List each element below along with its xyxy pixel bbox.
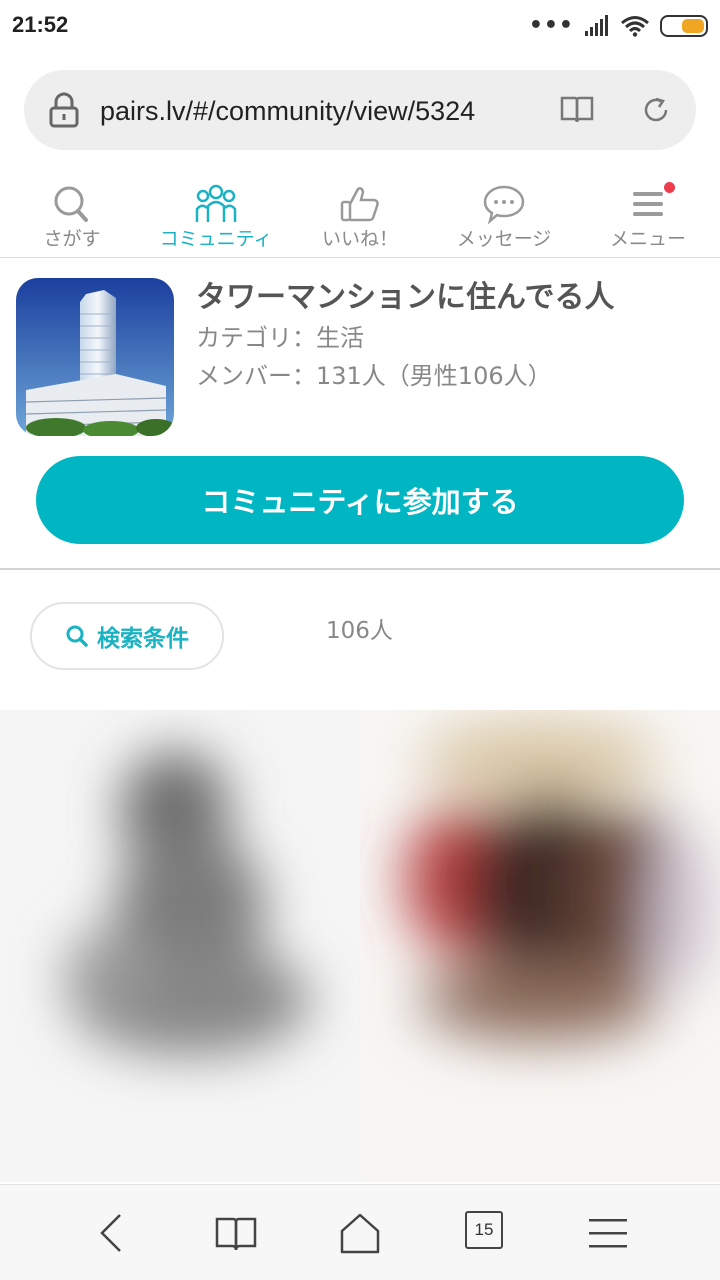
community-people-icon: [195, 184, 237, 222]
message-bubble-icon: [483, 185, 525, 224]
search-conditions-label: 検索条件: [97, 626, 189, 652]
nav-item-community[interactable]: コミュニティ: [144, 174, 288, 257]
tabs-icon[interactable]: 15: [465, 1211, 509, 1255]
signal-dots-icon: •••: [528, 13, 574, 38]
browser-toolbar: 15: [0, 1184, 720, 1280]
nav-label-community: コミュニティ: [159, 228, 273, 250]
lock-icon: [49, 92, 79, 128]
battery-icon: [660, 15, 708, 37]
battery-level: [682, 19, 704, 33]
community-title: タワーマンションに住んでる人: [196, 280, 615, 315]
notification-badge: [664, 182, 675, 193]
tower-building-image: [16, 278, 174, 436]
nav-item-search[interactable]: さがす: [0, 174, 144, 257]
status-bar: 21:52 •••: [0, 0, 720, 52]
blurred-profile-photo[interactable]: [360, 710, 720, 1182]
cell-signal-icon: [585, 15, 608, 36]
search-conditions-button[interactable]: 検索条件: [30, 602, 224, 670]
nav-item-menu[interactable]: メニュー: [576, 174, 720, 257]
reader-book-icon[interactable]: [560, 94, 594, 124]
menu-icon[interactable]: [586, 1211, 630, 1255]
wifi-icon: [621, 16, 649, 37]
reload-icon[interactable]: [640, 94, 672, 126]
nav-label-search: さがす: [43, 228, 101, 250]
status-icons: •••: [529, 12, 708, 40]
search-icon: [66, 625, 88, 647]
status-time: 21:52: [12, 12, 69, 37]
member-photo-grid: [0, 710, 720, 1182]
nav-item-messages[interactable]: メッセージ: [432, 174, 576, 257]
back-icon[interactable]: [90, 1211, 134, 1255]
nav-label-messages: メッセージ: [456, 228, 552, 250]
blurred-profile-photo[interactable]: [0, 710, 360, 1182]
community-category: カテゴリ：生活: [196, 324, 364, 352]
community-header: タワーマンションに住んでる人 カテゴリ：生活 メンバー：131人（男性106人）…: [0, 258, 720, 568]
section-divider: [0, 568, 720, 570]
member-count: 106人: [326, 618, 393, 644]
menu-icon: [633, 192, 663, 216]
url-text[interactable]: pairs.lv/#/community/view/5324: [100, 94, 546, 128]
main-nav: さがす コミュニティ いいね！ メッセージ メニュー: [0, 174, 720, 258]
nav-label-likes: いいね！: [321, 228, 398, 250]
bookmarks-book-icon[interactable]: [214, 1211, 258, 1255]
join-community-button[interactable]: コミュニティに参加する: [36, 456, 684, 544]
thumbs-up-icon: [340, 187, 379, 222]
search-icon: [54, 186, 88, 222]
nav-label-menu: メニュー: [609, 228, 686, 250]
community-members: メンバー：131人（男性106人）: [196, 362, 552, 390]
tabs-count: 15: [465, 1211, 503, 1249]
address-bar[interactable]: pairs.lv/#/community/view/5324: [24, 70, 696, 150]
nav-item-likes[interactable]: いいね！: [288, 174, 432, 257]
home-icon[interactable]: [338, 1211, 382, 1255]
